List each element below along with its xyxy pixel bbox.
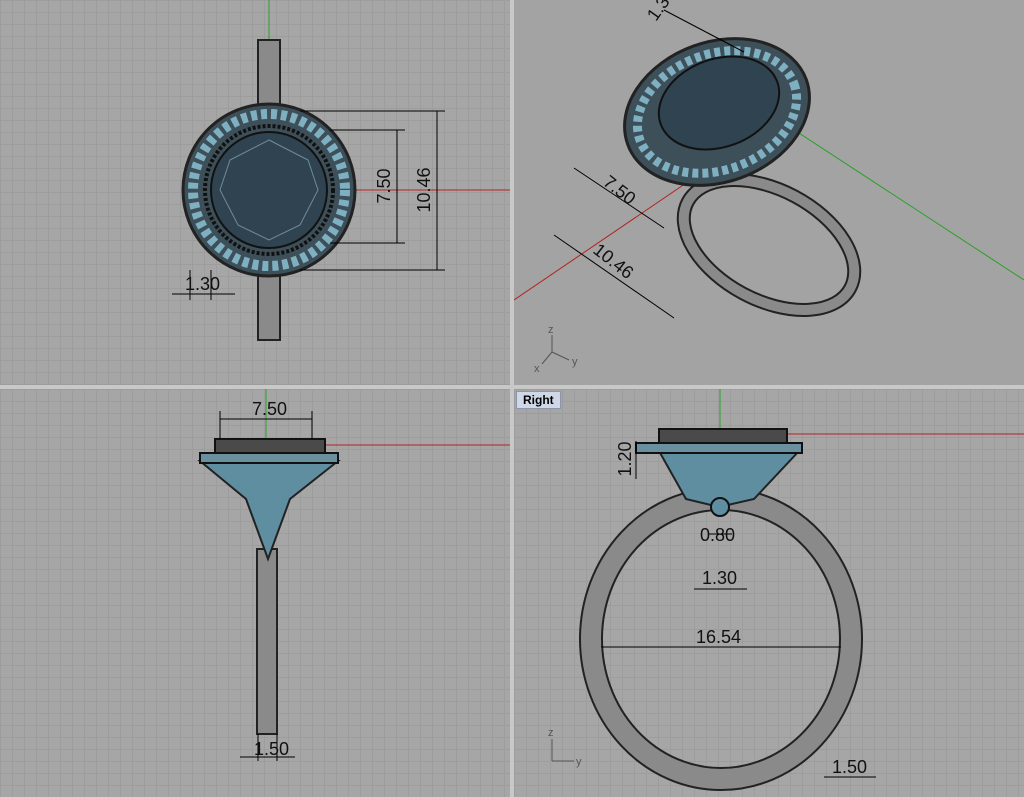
center-gem	[210, 131, 328, 249]
viewport-right[interactable]: Right 1.20 0.80 1.30 16.54 1.50 z y	[514, 389, 1024, 797]
svg-text:z: z	[548, 324, 554, 336]
dim-top-d3: 10.46	[414, 167, 434, 212]
viewport-perspective[interactable]: 10.46 7.50 1.30 z y x	[514, 0, 1024, 385]
dim-right-d2: 0.80	[700, 525, 735, 545]
dim-right-d1: 1.20	[615, 441, 635, 476]
dim-top-d1: 1.30	[185, 274, 220, 294]
crown	[658, 428, 788, 444]
svg-text:z: z	[548, 727, 554, 739]
dim-top-d2: 7.50	[374, 168, 394, 203]
dim-front-d1: 7.50	[252, 399, 287, 419]
gallery	[197, 460, 341, 562]
dim-persp-d2: 7.50	[600, 171, 640, 208]
dim-right-d4: 16.54	[696, 627, 741, 647]
axis-gizmo: z y x	[534, 324, 578, 375]
dim-persp-d1: 1.30	[643, 0, 679, 24]
ring-shank	[256, 548, 278, 735]
svg-text:y: y	[572, 356, 578, 368]
viewport-top[interactable]: 10.46 7.50 1.30	[0, 0, 510, 385]
dim-right-d5: 1.50	[832, 757, 867, 777]
svg-text:y: y	[576, 756, 582, 768]
bottom-stone	[710, 497, 730, 517]
perspective-view-drawing: 10.46 7.50 1.30 z y x	[514, 0, 1024, 375]
viewport-front[interactable]: 7.50 1.50	[0, 389, 510, 797]
halo-side	[199, 452, 339, 464]
dim-right-d3: 1.30	[702, 568, 737, 588]
halo-side	[635, 442, 803, 454]
y-axis-line	[778, 119, 1024, 281]
crown	[214, 438, 326, 454]
top-view-drawing: 10.46 7.50 1.30	[172, 0, 510, 341]
svg-text:x: x	[534, 363, 540, 375]
dim-front-d2: 1.50	[254, 739, 289, 759]
front-view-drawing: 7.50 1.50	[197, 389, 510, 761]
axis-gizmo: z y	[548, 727, 582, 768]
right-view-drawing: 1.20 0.80 1.30 16.54 1.50 z y	[548, 389, 1024, 791]
